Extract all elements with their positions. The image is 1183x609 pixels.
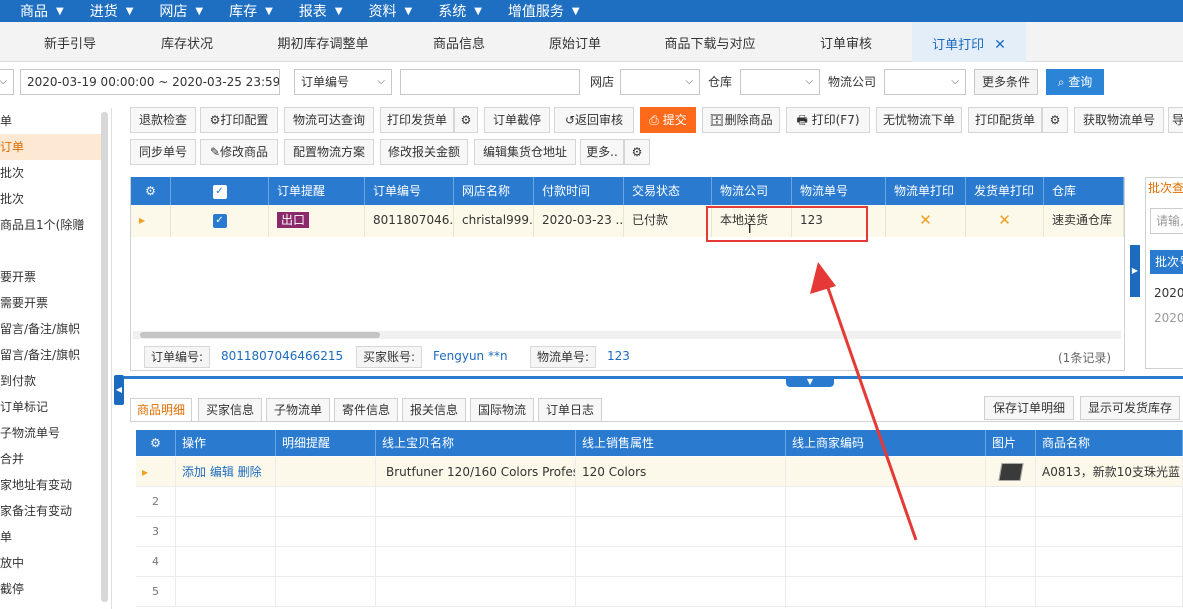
annotation-arrow — [810, 262, 918, 541]
text-cursor-icon: I — [748, 222, 752, 236]
